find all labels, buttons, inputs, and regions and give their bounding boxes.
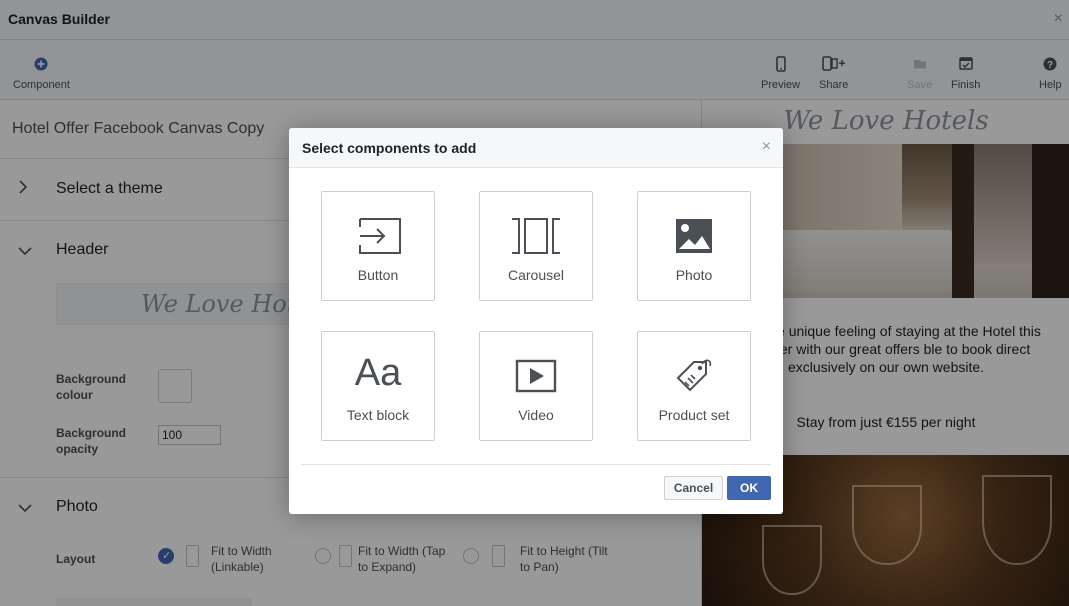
video-icon	[515, 359, 557, 393]
cancel-button[interactable]: Cancel	[664, 476, 723, 500]
component-tile-button[interactable]: Button	[321, 191, 435, 301]
select-components-dialog: Select components to add × Button Carous…	[289, 128, 783, 514]
component-label-carousel: Carousel	[507, 267, 565, 283]
component-tile-carousel[interactable]: Carousel	[479, 191, 593, 301]
text-block-icon: Aa	[354, 352, 402, 394]
component-tile-text-block[interactable]: Aa Text block	[321, 331, 435, 441]
dialog-divider	[301, 464, 771, 465]
photo-icon	[676, 219, 712, 253]
component-label-video: Video	[518, 407, 554, 423]
component-tile-product-set[interactable]: Product set	[637, 331, 751, 441]
component-label-button: Button	[357, 267, 399, 283]
component-tile-photo[interactable]: Photo	[637, 191, 751, 301]
close-icon[interactable]: ×	[762, 138, 771, 156]
component-label-product-set: Product set	[658, 407, 730, 423]
component-tile-video[interactable]: Video	[479, 331, 593, 441]
button-arrow-icon	[359, 218, 401, 254]
dialog-header: Select components to add ×	[289, 128, 783, 168]
component-label-photo: Photo	[675, 267, 713, 283]
tag-icon	[676, 359, 712, 392]
ok-button[interactable]: OK	[727, 476, 771, 500]
component-label-text-block: Text block	[346, 407, 410, 423]
carousel-icon	[512, 218, 560, 254]
dialog-title: Select components to add	[302, 140, 477, 156]
